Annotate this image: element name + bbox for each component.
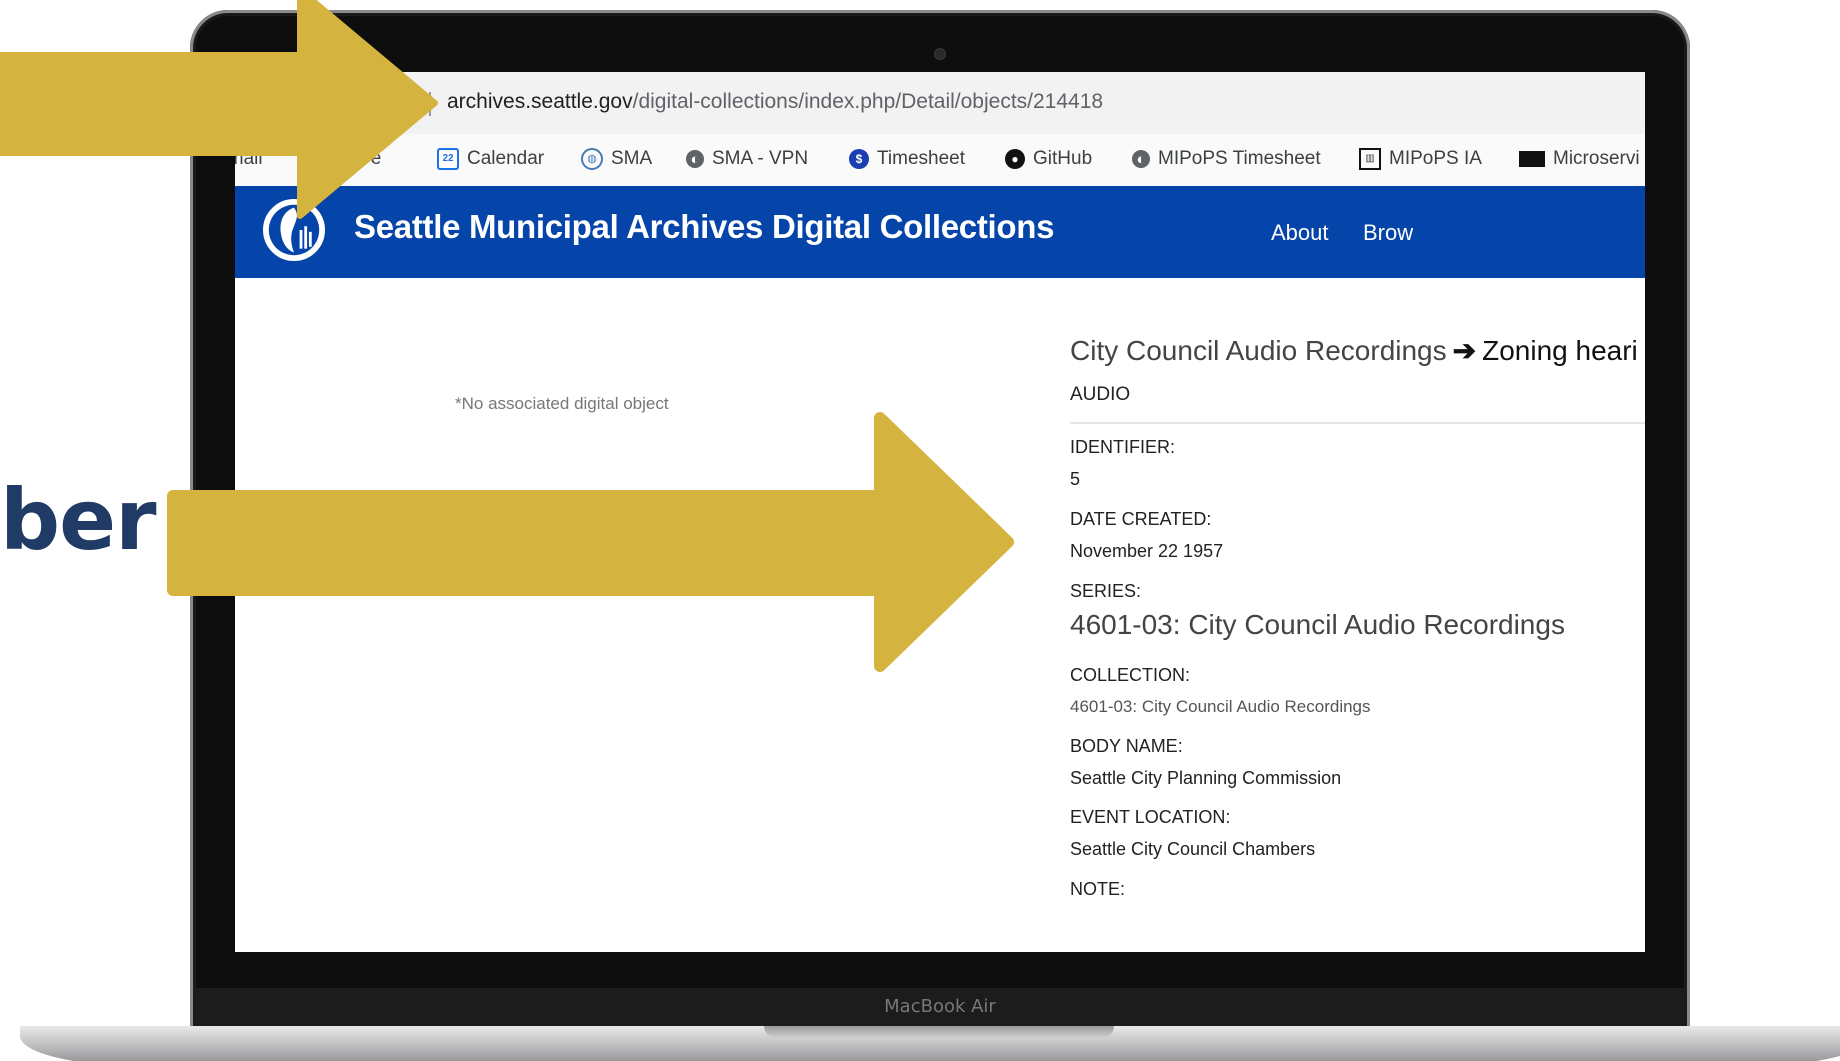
- body-name-value: Seattle City Planning Commission: [1070, 768, 1342, 788]
- bookmark-label: Timesheet: [877, 148, 965, 169]
- bookmark-mipops-ia[interactable]: ▥ MIPoPS IA: [1359, 148, 1482, 170]
- note-label: NOTE:: [1070, 879, 1126, 899]
- annotation-arrow-top: [0, 0, 438, 219]
- bookmark-label: MIPoPS Timesheet: [1158, 148, 1321, 169]
- divider: [1070, 422, 1645, 424]
- bookmark-label: Microservi: [1553, 148, 1640, 169]
- building-icon: ▥: [1359, 148, 1381, 170]
- collection-label: COLLECTION:: [1070, 665, 1191, 685]
- date-created-label: DATE CREATED:: [1070, 509, 1212, 529]
- bookmark-mipops-timesheet[interactable]: ◐ MIPoPS Timesheet: [1132, 148, 1321, 170]
- laptop-opening-notch: [764, 1026, 1114, 1038]
- globe-icon: ◐: [1132, 150, 1150, 168]
- annotation-arrow-middle: [167, 412, 1014, 672]
- sma-icon: ◍: [581, 148, 603, 170]
- card-icon: [1519, 151, 1545, 167]
- event-location-value: Seattle City Council Chambers: [1070, 839, 1316, 859]
- date-created-value: November 22 1957: [1070, 541, 1224, 561]
- bookmark-github[interactable]: ● GitHub: [1005, 148, 1092, 170]
- bookmark-label: Calendar: [467, 148, 545, 169]
- nav-about-link[interactable]: About: [1271, 220, 1329, 246]
- identifier-label: IDENTIFIER:: [1070, 437, 1176, 457]
- breadcrumb-arrow-icon: ➔: [1452, 335, 1477, 366]
- screen-bottom-bezel: [235, 952, 1645, 988]
- bookmark-label: SMA - VPN: [712, 148, 809, 169]
- bookmark-sma[interactable]: ◍ SMA: [581, 148, 652, 170]
- slide-partial-heading: ber: [0, 471, 157, 569]
- url-text[interactable]: archives.seattle.gov/digital-collections…: [447, 90, 1103, 114]
- breadcrumb-parent[interactable]: City Council Audio Recordings: [1070, 335, 1447, 366]
- timesheet-icon: $: [849, 149, 869, 169]
- camera-icon: [934, 48, 946, 60]
- breadcrumb: City Council Audio Recordings ➔ Zoning hea…: [1070, 334, 1638, 367]
- nav-browse-link[interactable]: Brow: [1363, 220, 1413, 246]
- series-value[interactable]: 4601-03: City Council Audio Recordings: [1070, 609, 1565, 641]
- collection-link[interactable]: 4601-03: City Council Audio Recordings: [1070, 697, 1371, 717]
- series-label: SERIES:: [1070, 581, 1142, 601]
- github-icon: ●: [1005, 149, 1025, 169]
- url-domain: archives.seattle.gov: [447, 90, 633, 113]
- device-brand-label: MacBook Air: [884, 996, 996, 1017]
- bookmark-label: GitHub: [1033, 148, 1093, 169]
- globe-icon: ◐: [686, 150, 704, 168]
- body-name-label: BODY NAME:: [1070, 736, 1183, 756]
- bookmark-sma-vpn[interactable]: ◐ SMA - VPN: [686, 148, 808, 170]
- bookmark-label: SMA: [611, 148, 653, 169]
- bookmark-timesheet[interactable]: $ Timesheet: [849, 148, 965, 170]
- slide: ber archives.seattle.gov/digital-collect…: [0, 0, 1840, 1061]
- bookmark-label: MIPoPS IA: [1389, 148, 1482, 169]
- url-path: /digital-collections/index.php/Detail/ob…: [632, 90, 1104, 113]
- identifier-value: 5: [1070, 469, 1081, 489]
- breadcrumb-current: Zoning heari: [1482, 335, 1638, 366]
- bookmark-microservices[interactable]: Microservi: [1519, 148, 1640, 170]
- event-location-label: EVENT LOCATION:: [1070, 807, 1231, 827]
- record-type: AUDIO: [1070, 384, 1131, 405]
